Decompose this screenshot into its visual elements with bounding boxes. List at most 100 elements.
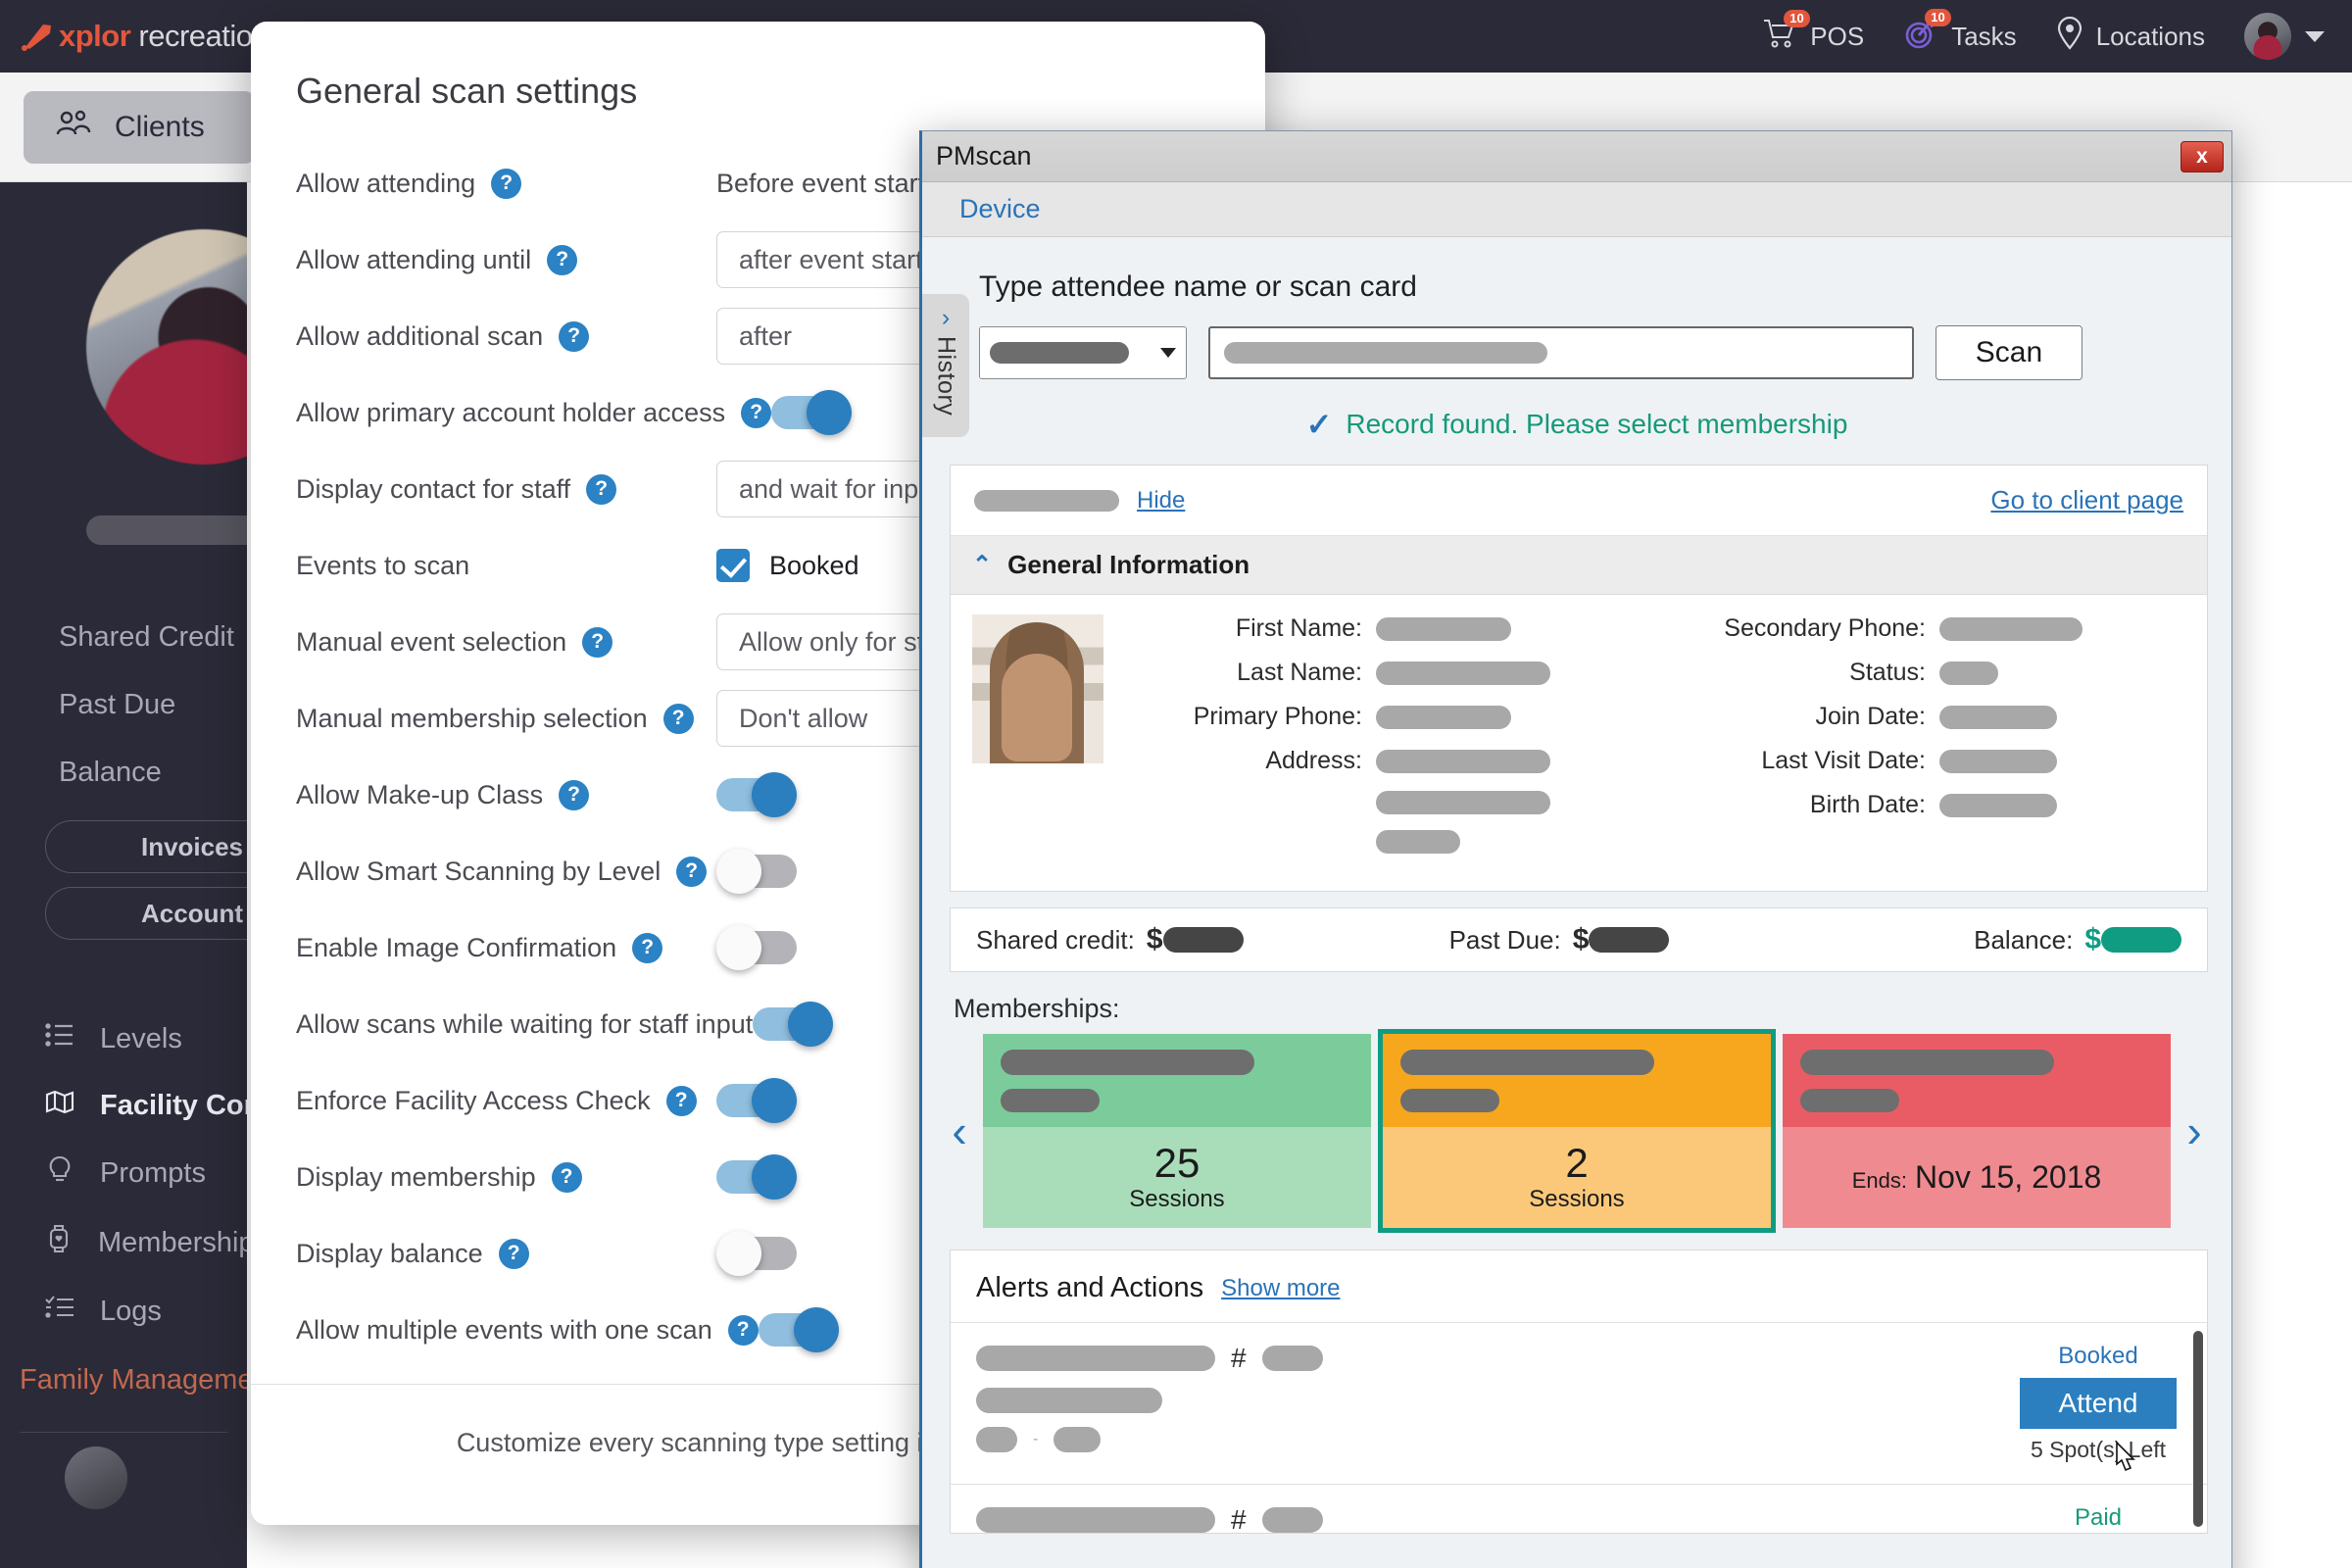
tab-clients[interactable]: Clients [24,90,255,164]
show-more-link[interactable]: Show more [1221,1275,1340,1302]
toggle-display-membership[interactable] [716,1154,797,1200]
setting-label-text: Allow attending [296,168,476,198]
sidebar-item-levels[interactable]: Levels [0,1005,247,1072]
hide-link[interactable]: Hide [1137,487,1185,514]
scan-input[interactable] [1208,326,1914,379]
help-icon[interactable]: ? [559,779,590,810]
help-icon[interactable]: ? [727,1314,759,1346]
sidebar-avatar [65,1446,127,1509]
history-tab-label: History [932,336,960,416]
alert-hash-symbol: # [1231,1504,1247,1534]
setting-label-text: Allow scans while waiting for staff inpu… [296,1008,754,1039]
toggle-allow-multiple-events-one-scan[interactable] [758,1307,839,1352]
account-summary-bar: Shared credit: $ Past Due: $ Balance: $ [950,907,2208,972]
help-icon[interactable]: ? [582,626,613,658]
help-icon[interactable]: ? [741,397,772,428]
past-due-value: $ [1573,923,1670,956]
nav-item-tasks[interactable]: 10 Tasks [1903,8,2017,57]
membership-name-redacted [1800,1050,2055,1075]
menu-item-device[interactable]: Device [959,194,1041,224]
field-label: Birth Date: [1809,791,1926,818]
scan-prompt: Type attendee name or scan card [979,270,1417,303]
help-icon[interactable]: ? [632,932,663,963]
scan-type-select[interactable] [979,326,1187,379]
field-label: Address: [1265,747,1362,774]
help-icon[interactable]: ? [662,703,694,734]
field-value-redacted [1376,791,1550,814]
toggle-allow-scans-while-waiting[interactable] [753,1002,834,1047]
help-icon[interactable]: ? [586,473,617,505]
sidebar-item-label-memberships: Memberships [98,1226,247,1258]
scan-button[interactable]: Scan [1936,325,2082,380]
field-label: Last Visit Date: [1761,747,1926,774]
balance: Balance: $ [1974,923,2181,956]
currency-symbol: $ [1146,923,1163,956]
scan-input-value-redacted [1224,342,1547,364]
watch-icon [45,1224,73,1261]
toggle-enable-image-confirmation[interactable] [716,925,797,970]
alert-time-line: - [976,1427,2015,1452]
setting-label-text: Events to scan [296,550,470,580]
carousel-prev-button[interactable]: ‹ [940,1104,979,1157]
close-icon[interactable]: x [2180,140,2224,172]
membership-sessions-count: 2 [1565,1140,1589,1187]
help-icon[interactable]: ? [665,1085,697,1116]
help-icon[interactable]: ? [491,168,522,199]
membership-card[interactable]: Ends: Nov 15, 2018 [1783,1034,2171,1228]
alerts-scrollbar[interactable] [2193,1331,2203,1527]
shared-credit: Shared credit: $ [976,923,1244,956]
carousel-next-button[interactable]: › [2175,1104,2214,1157]
field-value-redacted [1376,749,1550,773]
alerts-and-actions-panel: Alerts and Actions Show more # - Booked … [950,1250,2208,1534]
membership-card-selected[interactable]: 2 Sessions [1378,1029,1776,1233]
general-information-title: General Information [1007,550,1250,579]
brand-name-secondary: recreation [130,19,270,53]
general-information-header[interactable]: ⌃ General Information [951,536,2207,595]
sidebar-button-account[interactable]: Account [45,887,247,940]
membership-sub-redacted [1400,1089,1499,1112]
sidebar-item-prompts[interactable]: Prompts [0,1139,247,1207]
sidebar-item-memberships[interactable]: Memberships [0,1207,247,1278]
help-icon[interactable]: ? [559,320,590,352]
history-tab[interactable]: › History [922,294,969,437]
go-to-client-page-link[interactable]: Go to client page [1990,485,2183,515]
toggle-allow-make-up-class[interactable] [716,772,797,817]
field-secondary-phone: Secondary Phone: [1681,614,2185,643]
sidebar-item-facility-control[interactable]: Facility Control [0,1072,247,1139]
checkbox-icon [716,549,750,582]
shared-credit-label: Shared credit: [976,924,1135,955]
sidebar-item-logs[interactable]: Logs [0,1278,247,1345]
toggle-enforce-facility-access-check[interactable] [716,1078,797,1123]
user-menu[interactable] [2244,13,2325,60]
toggle-allow-primary-account-holder-access[interactable] [771,390,853,435]
membership-card-bottom: Ends: Nov 15, 2018 [1783,1127,2171,1228]
checkbox-booked[interactable]: Booked [716,549,859,582]
toggle-display-balance[interactable] [716,1231,797,1276]
membership-card-top [1383,1034,1771,1127]
alert-row: # - Booked Attend 5 Spot(s) Left [951,1323,2207,1485]
balance-label: Balance: [1974,924,2074,955]
membership-card[interactable]: 25 Sessions [983,1034,1371,1228]
nav-label-tasks: Tasks [1951,21,2017,51]
help-icon[interactable]: ? [676,856,708,887]
avatar [2244,13,2291,60]
checkbox-label-booked: Booked [769,550,859,580]
field-first-name: First Name: [1137,614,1642,643]
help-icon[interactable]: ? [547,244,578,275]
field-value-redacted [1939,749,2057,773]
nav-item-locations[interactable]: Locations [2056,16,2205,57]
brand-logo[interactable]: xplor recreation [22,19,270,54]
help-icon[interactable]: ? [551,1161,582,1193]
currency-symbol: $ [1572,923,1590,956]
sidebar-family-management[interactable]: Family Management [0,1345,247,1410]
nav-item-pos[interactable]: 10 POS [1762,9,1864,56]
setting-label-text: Manual event selection [296,626,567,657]
pos-badge: 10 [1784,9,1810,27]
toggle-allow-smart-scanning-by-level[interactable] [716,849,797,894]
chevron-down-icon [1160,348,1176,358]
help-icon[interactable]: ? [498,1238,529,1269]
attend-button[interactable]: Attend [2020,1378,2177,1429]
sidebar-button-invoices[interactable]: Invoices [45,820,247,873]
setting-label-text: Manual membership selection [296,703,648,733]
alert-title-line: # [976,1343,2015,1374]
